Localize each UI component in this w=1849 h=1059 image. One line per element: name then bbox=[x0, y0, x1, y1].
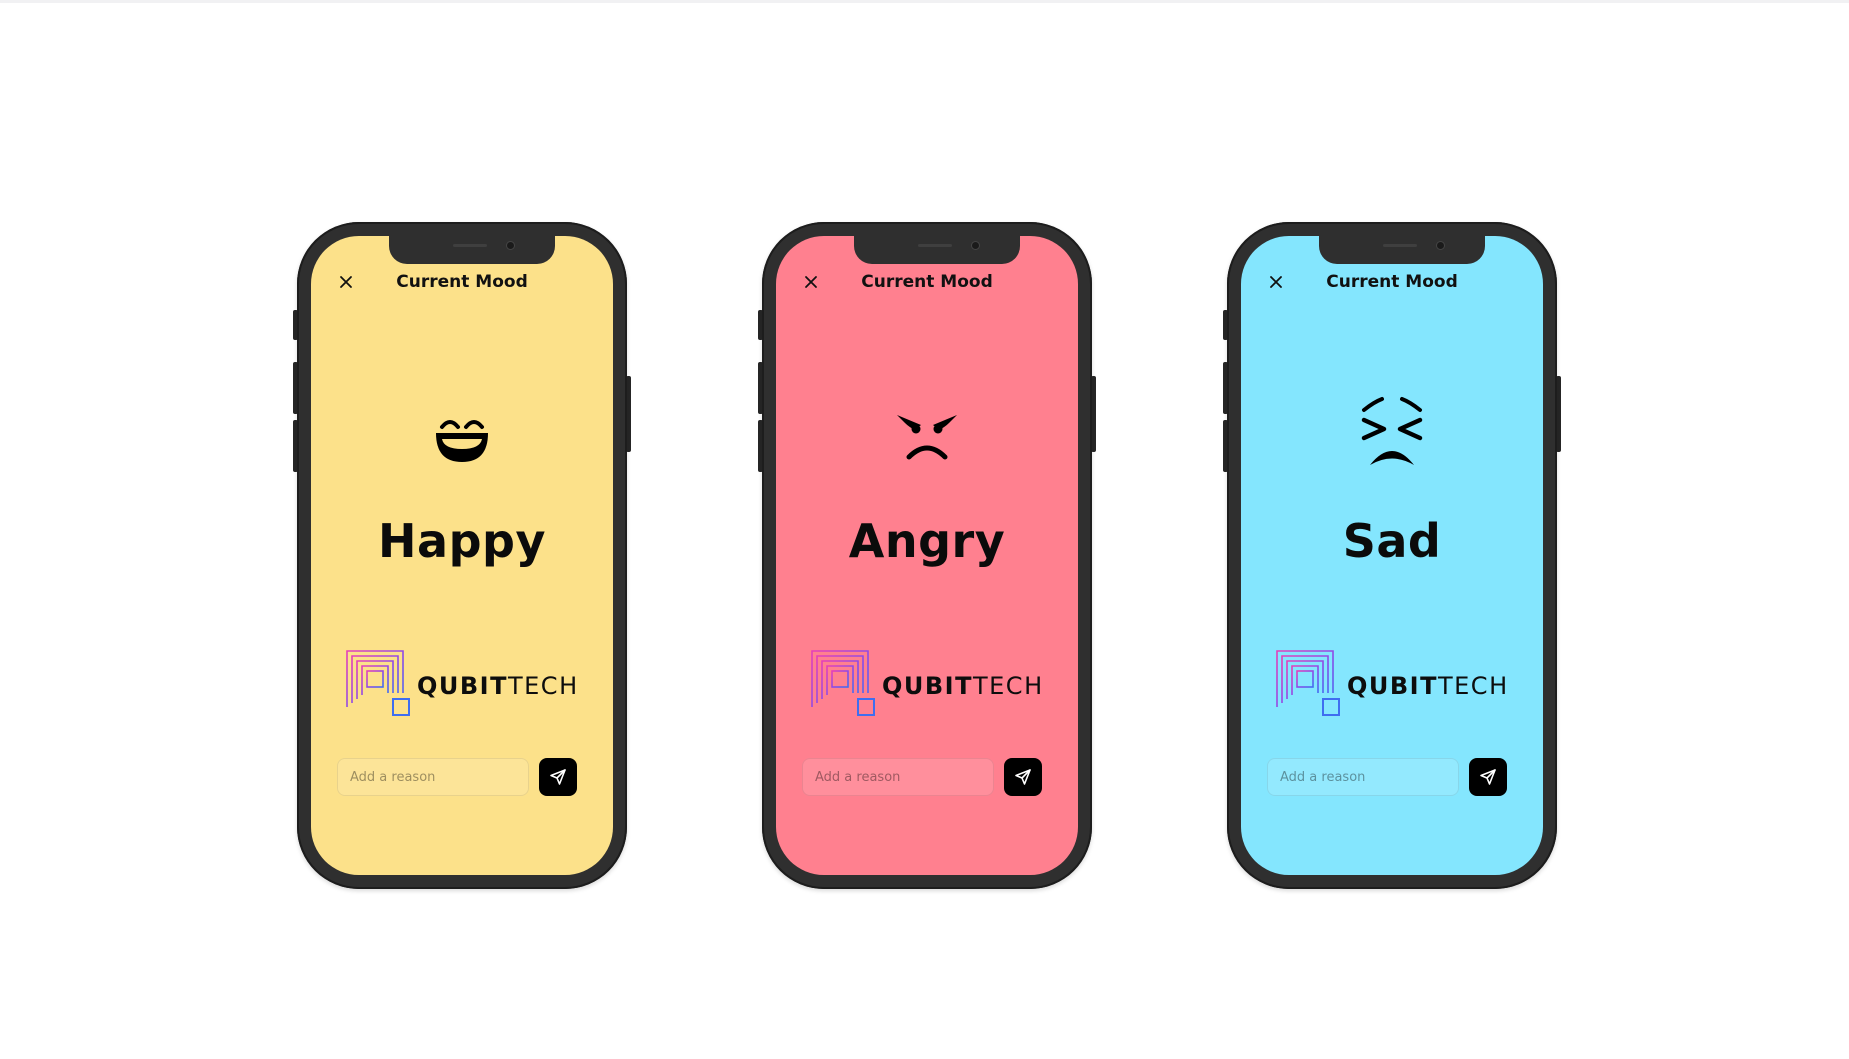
brand-logo: QUBITTECH bbox=[345, 649, 585, 719]
brand-wordmark-light: TECH bbox=[1437, 672, 1509, 700]
reason-input[interactable] bbox=[802, 758, 994, 796]
mood-label: Happy bbox=[378, 514, 546, 568]
close-button[interactable] bbox=[1267, 273, 1285, 291]
close-icon bbox=[1270, 276, 1282, 288]
phone-screen: Current Mood Angry QUBITTECH Add a reaso… bbox=[776, 236, 1078, 875]
phone-happy: Current Mood Happy QUBITTECH Add a reaso… bbox=[293, 222, 631, 889]
reason-input[interactable] bbox=[1267, 758, 1459, 796]
qubittech-logo-icon bbox=[810, 649, 878, 717]
brand-wordmark-light: TECH bbox=[507, 672, 579, 700]
qubittech-logo-icon bbox=[1275, 649, 1343, 717]
close-icon bbox=[340, 276, 352, 288]
send-button[interactable] bbox=[539, 758, 577, 796]
speaker-grille bbox=[1383, 244, 1417, 247]
send-icon bbox=[1015, 769, 1031, 785]
grinning-face-icon bbox=[422, 396, 502, 476]
close-button[interactable] bbox=[337, 273, 355, 291]
brand-logo: QUBITTECH bbox=[810, 649, 1050, 719]
phone-screen: Current Mood Sad QUBITTECH Add a reason bbox=[1241, 236, 1543, 875]
mood-label: Angry bbox=[848, 514, 1006, 568]
phone-angry: Current Mood Angry QUBITTECH Add a reaso… bbox=[758, 222, 1096, 889]
brand-wordmark-bold: QUBIT bbox=[417, 672, 508, 700]
notch bbox=[1319, 236, 1485, 264]
mood-label: Sad bbox=[1342, 514, 1442, 568]
speaker-grille bbox=[918, 244, 952, 247]
page-title: Current Mood bbox=[1326, 272, 1458, 292]
speaker-grille bbox=[453, 244, 487, 247]
send-icon bbox=[1480, 769, 1496, 785]
brand-wordmark: QUBITTECH bbox=[1347, 672, 1509, 700]
brand-wordmark-light: TECH bbox=[972, 672, 1044, 700]
top-divider bbox=[0, 0, 1849, 3]
front-camera bbox=[507, 242, 514, 249]
front-camera bbox=[972, 242, 979, 249]
brand-wordmark: QUBITTECH bbox=[882, 672, 1044, 700]
brand-wordmark-bold: QUBIT bbox=[1347, 672, 1438, 700]
persevering-face-icon bbox=[1352, 396, 1432, 476]
close-icon bbox=[805, 276, 817, 288]
send-icon bbox=[550, 769, 566, 785]
angry-face-icon bbox=[887, 396, 967, 476]
phone-sad: Current Mood Sad QUBITTECH Add a reason bbox=[1223, 222, 1561, 889]
brand-logo: QUBITTECH bbox=[1275, 649, 1515, 719]
notch bbox=[854, 236, 1020, 264]
brand-wordmark-bold: QUBIT bbox=[882, 672, 973, 700]
send-button[interactable] bbox=[1469, 758, 1507, 796]
send-button[interactable] bbox=[1004, 758, 1042, 796]
reason-input[interactable] bbox=[337, 758, 529, 796]
qubittech-logo-icon bbox=[345, 649, 413, 717]
notch bbox=[389, 236, 555, 264]
phone-screen: Current Mood Happy QUBITTECH Add a reaso… bbox=[311, 236, 613, 875]
page-title: Current Mood bbox=[396, 272, 528, 292]
page-title: Current Mood bbox=[861, 272, 993, 292]
front-camera bbox=[1437, 242, 1444, 249]
close-button[interactable] bbox=[802, 273, 820, 291]
brand-wordmark: QUBITTECH bbox=[417, 672, 579, 700]
